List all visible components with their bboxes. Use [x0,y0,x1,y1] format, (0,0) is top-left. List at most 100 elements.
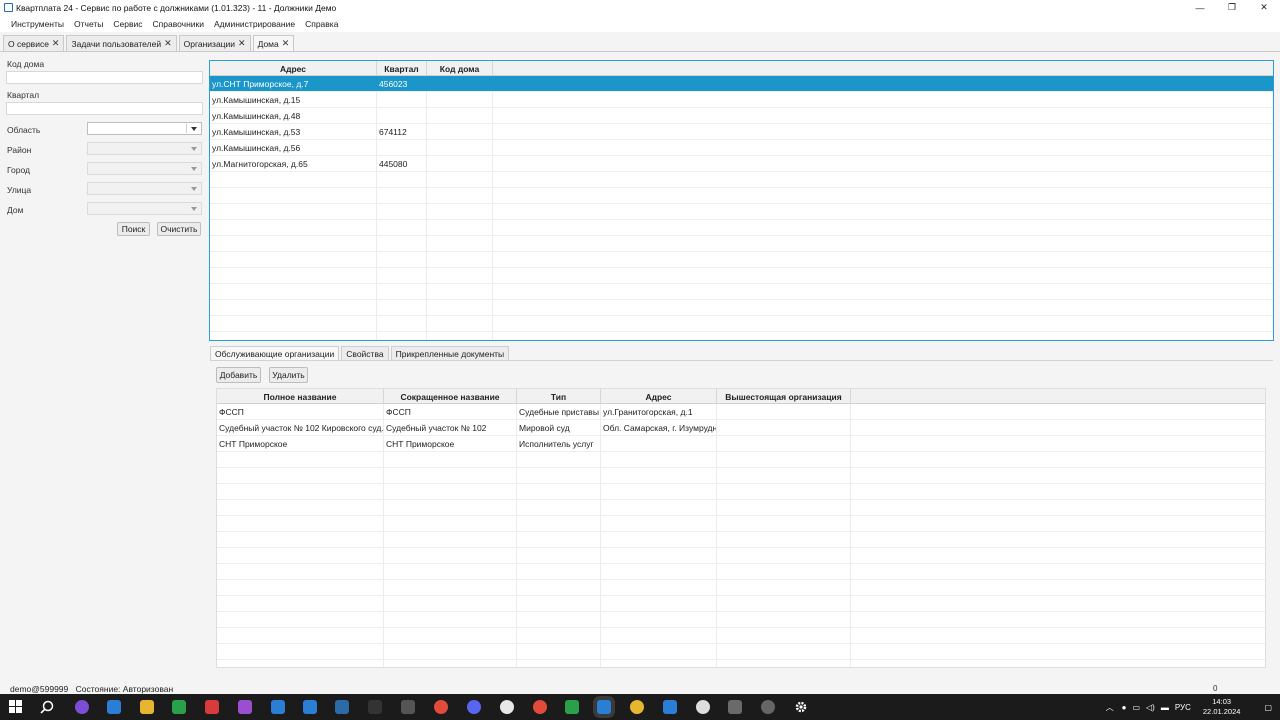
empty-table-row [217,580,1265,596]
quarter-label: Квартал [7,90,40,100]
cell-address: ул.Гранитогорская, д.1 [603,407,693,417]
app-icon[interactable] [107,700,121,714]
region-label: Область [7,125,41,135]
status-counter: 0 [1213,684,1218,693]
table-row[interactable]: ул.Камышинская, д.48 [210,108,1273,124]
kvartplata-app-icon[interactable] [597,700,611,714]
house-code-input[interactable] [6,71,203,84]
document-tabs: О сервисе ✕ Задачи пользователей ✕ Орган… [0,34,1280,52]
table-row[interactable]: СНТ Приморское СНТ Приморское Исполнител… [217,436,1265,452]
app-icon[interactable] [205,700,219,714]
battery-icon[interactable]: ▬ [1161,703,1169,712]
figma-icon[interactable] [238,700,252,714]
tab-houses[interactable]: Дома ✕ [252,35,295,51]
steam-icon[interactable] [335,700,349,714]
menu-tools[interactable]: Инструменты [6,19,69,29]
empty-table-row [217,660,1265,667]
cell-parent-org [717,420,850,436]
table-row[interactable]: Судебный участок № 102 Кировского суд...… [217,420,1265,436]
spreadsheet-icon[interactable] [565,700,579,714]
music-app-icon[interactable] [75,700,89,714]
language-indicator[interactable]: РУС [1175,703,1191,712]
add-button[interactable]: Добавить [216,367,261,383]
app-icon[interactable] [663,700,677,714]
tab-about-service[interactable]: О сервисе ✕ [3,35,65,51]
tab-service-organizations[interactable]: Обслуживающие организации [210,346,340,360]
cell-address: ул.Камышинская, д.56 [212,143,301,153]
column-header-house-code[interactable]: Код дома [427,61,493,76]
app-icon[interactable] [630,700,644,714]
chevron-up-icon[interactable]: ︿ [1106,702,1114,713]
restore-button[interactable]: ❐ [1216,0,1248,15]
discord-icon[interactable] [467,700,481,714]
app-icon[interactable] [271,700,285,714]
app-icon[interactable] [172,700,186,714]
empty-table-row [217,516,1265,532]
close-window-button[interactable]: ✕ [1248,0,1280,15]
close-tab-icon[interactable]: ✕ [164,38,172,49]
menu-directories[interactable]: Справочники [148,19,210,29]
region-select[interactable] [87,122,202,135]
menu-help[interactable]: Справка [300,19,343,29]
windows-start-icon[interactable] [9,700,23,714]
table-row[interactable]: ФССП ФССП Судебные приставы ул.Гранитого… [217,404,1265,420]
app-icon[interactable] [401,700,415,714]
column-header-address[interactable]: Адрес [601,389,717,404]
menu-reports[interactable]: Отчеты [69,19,108,29]
column-header-type[interactable]: Тип [517,389,601,404]
table-row[interactable]: ул.СНТ Приморское, д.7 456023 [210,76,1273,92]
table-row[interactable]: ул.Магнитогорская, д.65 445080 [210,156,1273,172]
title-bar: Квартплата 24 - Сервис по работе с должн… [0,0,1280,15]
notifications-icon[interactable]: ▢ [1264,703,1272,712]
state-label: Состояние: [75,684,121,694]
yandex-browser-icon[interactable] [500,700,514,714]
volume-icon[interactable]: ◁) [1146,703,1155,712]
tab-attached-documents[interactable]: Прикрепленные документы [390,346,510,360]
house-select [87,202,202,215]
column-header-quarter[interactable]: Квартал [377,61,427,76]
clock[interactable]: 14:03 22.01.2024 [1203,697,1241,717]
microphone-icon[interactable]: ● [1122,703,1127,712]
epic-games-icon[interactable] [368,700,382,714]
table-row[interactable]: ул.Камышинская, д.56 [210,140,1273,156]
column-header-short-name[interactable]: Сокращенное название [384,389,517,404]
app-icon[interactable] [303,700,317,714]
chevron-down-icon [191,207,197,211]
column-header-parent-org[interactable]: Вышестоящая организация [717,389,851,404]
clear-button[interactable]: Очистить [157,222,201,236]
tab-label: Организации [183,38,236,49]
file-explorer-icon[interactable] [140,700,154,714]
cell-parent-org [717,436,850,452]
tab-properties[interactable]: Свойства [341,346,389,360]
table-row[interactable]: ул.Камышинская, д.15 [210,92,1273,108]
cell-address: ул.Камышинская, д.48 [212,111,301,121]
cell-house-code [427,124,492,140]
empty-table-row [210,252,1273,268]
table-row[interactable]: ул.Камышинская, д.53 674112 [210,124,1273,140]
network-icon[interactable]: ▭ [1132,703,1140,712]
chrome-icon[interactable] [533,700,547,714]
quarter-input[interactable] [6,102,203,115]
tab-label: Дома [257,38,279,49]
search-icon[interactable] [40,700,54,714]
menu-administration[interactable]: Администрирование [209,19,300,29]
minimize-button[interactable]: — [1184,0,1216,15]
close-tab-icon[interactable]: ✕ [52,38,60,49]
close-tab-icon[interactable]: ✕ [238,38,246,49]
column-header-address[interactable]: Адрес [210,61,377,76]
settings-gear-icon[interactable] [794,700,808,714]
tab-user-tasks[interactable]: Задачи пользователей ✕ [66,35,177,51]
app-icon[interactable] [761,700,775,714]
delete-button[interactable]: Удалить [269,367,308,383]
cell-short-name: ФССП [386,407,411,417]
menu-service[interactable]: Сервис [108,19,147,29]
close-tab-icon[interactable]: ✕ [282,38,290,49]
tab-organizations[interactable]: Организации ✕ [178,35,251,51]
empty-table-row [217,628,1265,644]
search-button[interactable]: Поиск [117,222,150,236]
cell-quarter [377,140,426,156]
chrome-icon[interactable] [434,700,448,714]
column-header-full-name[interactable]: Полное название [217,389,384,404]
calculator-icon[interactable] [728,700,742,714]
app-icon[interactable] [696,700,710,714]
